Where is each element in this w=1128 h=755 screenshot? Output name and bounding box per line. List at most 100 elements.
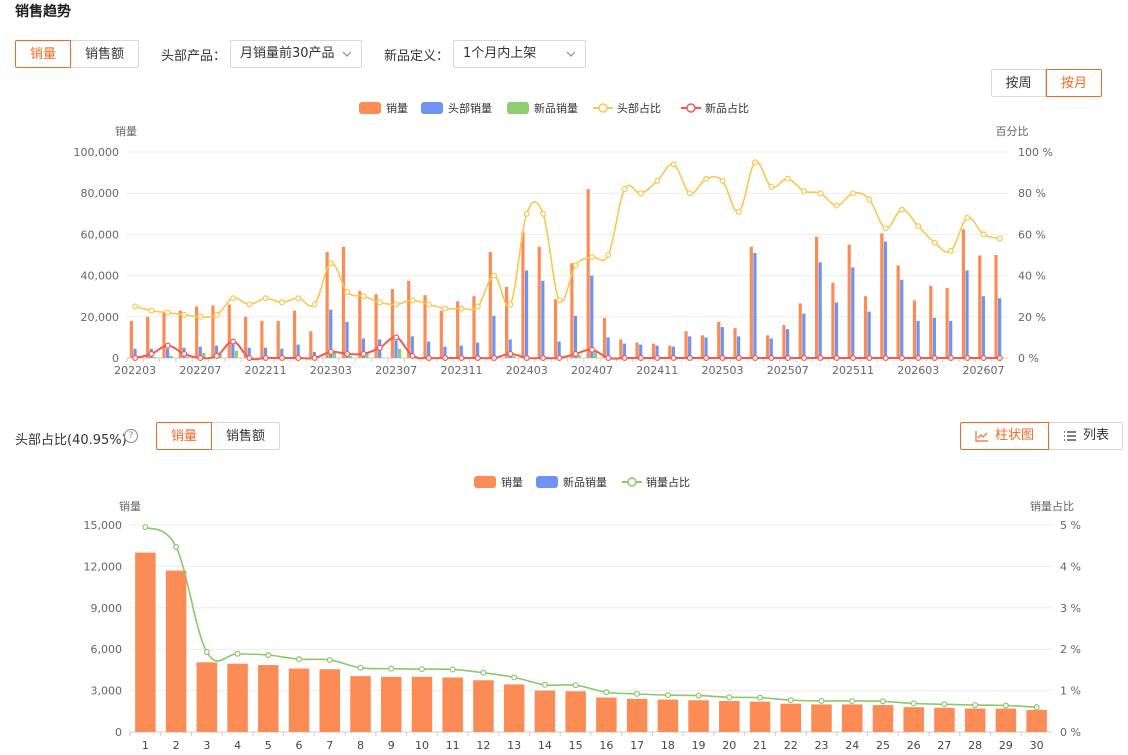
head-ratio-point xyxy=(556,297,563,304)
y2-tick-label: 80 % xyxy=(1018,187,1046,200)
bar-sales xyxy=(831,282,835,358)
new-ratio-point xyxy=(898,355,905,362)
sales-ratio-point xyxy=(1002,702,1009,709)
bar-sales xyxy=(488,251,492,358)
x-tick-label: 14 xyxy=(538,739,552,752)
bar-head-sales xyxy=(606,337,610,358)
x-tick-label: 202211 xyxy=(245,364,287,375)
new-ratio-point xyxy=(327,348,334,355)
head-product-chart: 销量 新品销量 销量占比销量 销量占比03,0006,0009,00012,00015… xyxy=(84,475,1081,752)
bar-sales xyxy=(880,233,884,358)
tab-sales-volume[interactable]: 销量 xyxy=(15,40,71,68)
bar-sales xyxy=(903,707,924,732)
bar-sales xyxy=(688,700,709,732)
tab-bar-chart-view[interactable]: 柱状图 xyxy=(960,422,1049,450)
bar-head-sales xyxy=(704,337,708,358)
legend-label: 头部占比 xyxy=(617,101,661,115)
head-ratio-point xyxy=(866,196,873,203)
head-ratio-point xyxy=(621,186,628,193)
new-ratio-point xyxy=(850,355,857,362)
y-tick-label: 15,000 xyxy=(84,519,123,532)
new-ratio-point xyxy=(980,355,987,362)
new-ratio-point xyxy=(637,355,644,362)
legend-swatch xyxy=(627,477,637,487)
bar-head-sales xyxy=(883,241,888,358)
bar-sales xyxy=(341,246,346,358)
bar-sales xyxy=(814,236,819,358)
bar-new-sales xyxy=(512,355,516,358)
new-product-select[interactable]: 1个月内上架 xyxy=(453,40,586,68)
bar-head-sales xyxy=(900,279,904,358)
new-ratio-point xyxy=(523,355,530,362)
new-product-label: 新品定义： xyxy=(384,49,450,64)
new-ratio-point xyxy=(768,355,775,362)
bar-head-sales xyxy=(981,296,985,358)
new-ratio-point xyxy=(295,355,302,362)
bar-sales xyxy=(684,331,688,358)
tab-by-week[interactable]: 按周 xyxy=(991,69,1046,97)
sales-ratio-point xyxy=(480,669,487,676)
bar-sales xyxy=(780,703,802,732)
head-ratio-point xyxy=(882,225,889,232)
bar-sales xyxy=(380,676,402,732)
bar-sales xyxy=(258,665,279,732)
bar-sales xyxy=(521,232,525,358)
new-ratio-point xyxy=(360,350,367,357)
legend-swatch xyxy=(536,476,558,488)
head-ratio-point xyxy=(344,289,351,296)
new-ratio-point xyxy=(866,355,873,362)
sales-ratio-point xyxy=(603,689,610,696)
y2-axis-title: 百分比 xyxy=(996,125,1029,138)
bar-sales xyxy=(135,552,156,732)
x-tick-label: 22 xyxy=(784,739,798,752)
y2-axis-title: 销量占比 xyxy=(1030,499,1074,513)
head-product-select[interactable]: 月销量前30产品 xyxy=(230,40,362,68)
x-tick-label: 10 xyxy=(415,739,429,752)
sales-ratio-point xyxy=(296,656,303,663)
tab-head-sales-amount[interactable]: 销售额 xyxy=(212,422,280,450)
tab-sales-amount[interactable]: 销售额 xyxy=(71,40,139,68)
bar-head-sales xyxy=(590,275,594,358)
tab-list-view[interactable]: 列表 xyxy=(1049,422,1123,450)
head-ratio-point xyxy=(442,305,449,312)
sales-ratio-point xyxy=(941,701,948,708)
tab-head-sales-volume[interactable]: 销量 xyxy=(156,422,212,450)
legend-label: 销量 xyxy=(501,475,523,489)
tab-by-month[interactable]: 按月 xyxy=(1046,69,1102,97)
new-ratio-point xyxy=(442,355,449,362)
question-circle-icon[interactable]: ? xyxy=(124,429,138,443)
x-tick-label: 17 xyxy=(630,739,644,752)
sales-ratio-point xyxy=(664,692,671,699)
sales-ratio-point xyxy=(449,666,456,673)
bar-sales xyxy=(964,708,986,732)
x-tick-label: 7 xyxy=(326,739,333,752)
x-tick-label: 28 xyxy=(968,739,982,752)
head-ratio-point xyxy=(686,190,693,197)
bar-sales xyxy=(553,299,558,358)
sales-ratio-point xyxy=(511,674,518,681)
head-ratio-point xyxy=(197,313,204,320)
chevron-down-icon xyxy=(566,51,576,57)
bar-head-sales xyxy=(998,298,1002,358)
new-ratio-point xyxy=(425,355,432,362)
y2-tick-label: 2 % xyxy=(1060,643,1081,656)
x-tick-label: 11 xyxy=(446,739,460,752)
new-ratio-point xyxy=(784,355,791,362)
legend-label: 新品销量 xyxy=(534,101,578,115)
x-tick-label: 24 xyxy=(845,739,859,752)
bar-sales xyxy=(700,335,704,358)
bar-new-sales xyxy=(349,355,353,358)
head-ratio-point xyxy=(491,272,498,279)
bar-sales xyxy=(309,331,313,358)
legend-swatch xyxy=(421,102,443,114)
y-axis-title: 销量 xyxy=(115,124,137,138)
legend-label: 销量 xyxy=(386,101,408,115)
sales-ratio-point xyxy=(695,692,702,699)
head-metric-tab-group: 销量 销售额 xyxy=(156,422,280,450)
x-tick-label: 6 xyxy=(296,739,303,752)
bar-sales xyxy=(798,303,802,358)
new-ratio-point xyxy=(996,355,1003,362)
head-ratio-point xyxy=(132,303,139,310)
sales-ratio-point xyxy=(572,682,579,689)
head-ratio-point xyxy=(540,210,547,217)
